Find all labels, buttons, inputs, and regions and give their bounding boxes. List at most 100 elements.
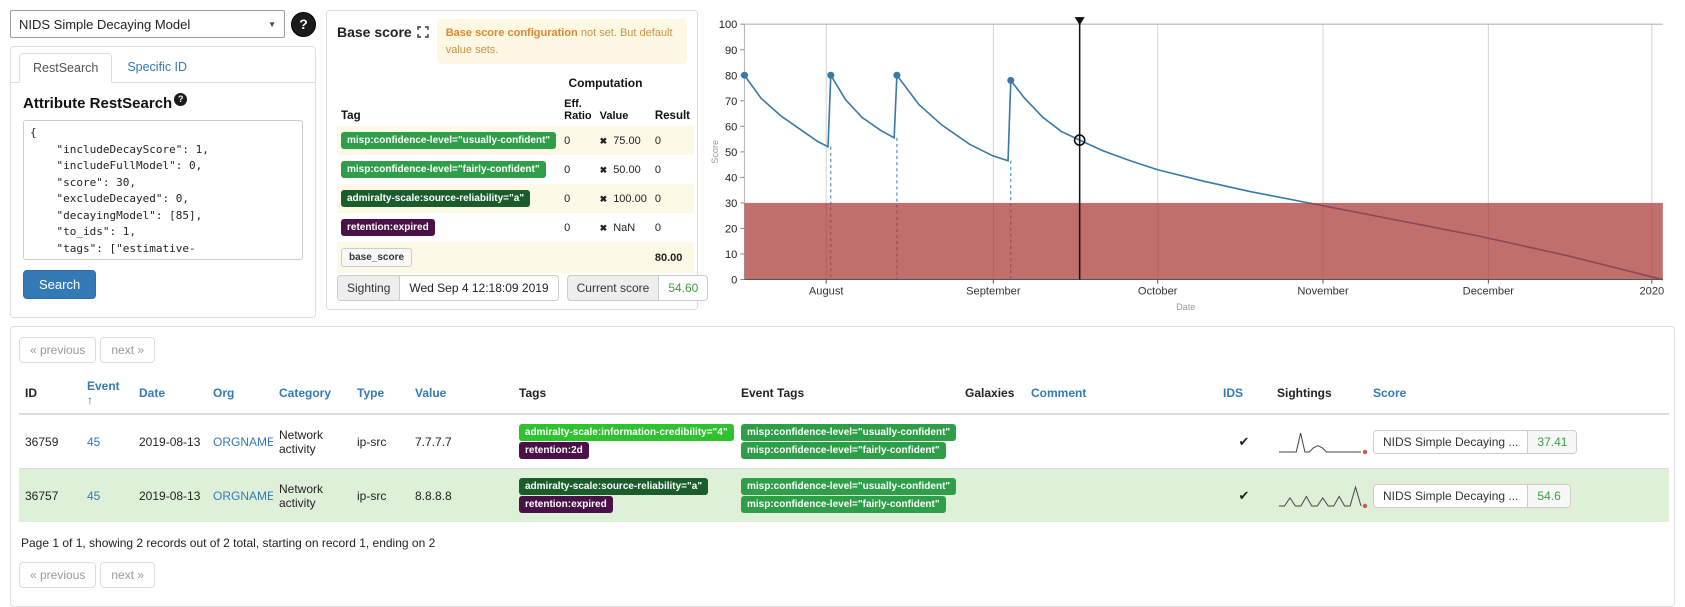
svg-text:90: 90 [725,45,737,57]
question-mark-icon: ? [299,16,308,32]
base-score-row: misp:confidence-level="usually-confident… [337,126,694,155]
decay-chart-panel: AugustSeptemberOctoberNovemberDecember20… [708,10,1675,316]
pagination-top: « previous next » [19,337,1666,363]
cell-value: 7.7.7.7 [409,414,513,469]
base-score-row: admiralty-scale:source-reliability="a" 0… [337,184,694,213]
current-score-label: Current score [567,275,660,301]
expand-icon[interactable] [417,26,429,38]
cell-value: ✖100.00 [596,184,651,213]
table-header-row: ID Event ↑ Date Org Category Type Value … [19,373,1669,414]
sightings-sparkline [1277,482,1367,510]
sighting-group: Sighting Wed Sep 4 12:18:09 2019 [337,275,559,301]
svg-text:August: August [809,286,845,298]
col-header-value: Value [596,94,651,126]
score-box: NIDS Simple Decaying ... 54.6 [1373,484,1571,508]
cell-category: Network activity [273,414,351,469]
cell-value: ✖NaN [596,213,651,242]
cell-galaxies [959,469,1025,523]
tag-badge: retention:2d [519,442,589,459]
svg-text:0: 0 [731,275,737,287]
svg-text:September: September [966,286,1021,298]
col-header-result: Result [651,72,694,126]
cell-event-tags: misp:confidence-level="usually-confident… [735,469,959,523]
col-header-score[interactable]: Score [1367,373,1669,414]
event-link[interactable]: 45 [87,435,100,449]
event-link[interactable]: 45 [87,489,100,503]
cell-date: 2019-08-13 [133,414,207,469]
base-score-panel: Base score Base score configuration not … [326,10,698,310]
svg-text:70: 70 [725,96,737,108]
pagination-summary: Page 1 of 1, showing 2 records out of 2 … [21,536,1664,550]
col-header-sightings: Sightings [1271,373,1367,414]
cell-value: 8.8.8.8 [409,469,513,523]
col-header-value[interactable]: Value [409,373,513,414]
base-score-total-row: base_score 80.00 [337,242,694,273]
previous-page-button[interactable]: « previous [19,562,96,588]
event-tag-badge: misp:confidence-level="usually-confident… [741,478,956,495]
col-header-galaxies: Galaxies [959,373,1025,414]
results-panel: « previous next » ID Event ↑ Date Org Ca… [10,326,1675,607]
col-header-comment[interactable]: Comment [1025,373,1217,414]
col-header-tags: Tags [513,373,735,414]
tab-specific-id[interactable]: Specific ID [114,53,200,82]
next-page-button[interactable]: next » [100,337,155,363]
attribute-row[interactable]: 36759 45 2019-08-13 ORGNAME Network acti… [19,414,1669,469]
svg-text:30: 30 [725,198,737,210]
sightings-sparkline [1277,428,1367,456]
cell-event-tags: misp:confidence-level="usually-confident… [735,414,959,469]
org-link[interactable]: ORGNAME [213,435,273,449]
restsearch-help-icon[interactable]: ? [174,93,187,106]
col-header-date[interactable]: Date [133,373,207,414]
svg-text:20: 20 [725,224,737,236]
cell-type: ip-src [351,469,409,523]
score-value: 54.6 [1527,485,1569,507]
search-button[interactable]: Search [23,270,96,299]
current-score-group: Current score 54.60 [567,275,709,301]
cell-comment [1025,469,1217,523]
decay-score-chart[interactable]: AugustSeptemberOctoberNovemberDecember20… [708,10,1675,316]
svg-text:Date: Date [1176,302,1195,312]
col-header-type[interactable]: Type [351,373,409,414]
pagination-bottom: « previous next » [19,562,1666,588]
sighting-label: Sighting [337,275,400,301]
org-link[interactable]: ORGNAME [213,489,273,503]
next-page-button[interactable]: next » [100,562,155,588]
cell-type: ip-src [351,414,409,469]
previous-page-button[interactable]: « previous [19,337,96,363]
decaying-model-selected-value: NIDS Simple Decaying Model [19,17,190,32]
restsearch-query-input[interactable]: { "includeDecayScore": 1, "includeFullMo… [23,120,303,260]
tab-restsearch[interactable]: RestSearch [19,53,112,83]
score-model-label: NIDS Simple Decaying ... [1374,485,1527,507]
col-header-eff-ratio: Eff. Ratio [560,94,596,126]
sighting-date-value: Wed Sep 4 12:18:09 2019 [400,275,558,301]
model-help-button[interactable]: ? [291,12,316,37]
tag-badge: retention:expired [519,496,613,513]
svg-text:Score: Score [710,140,720,164]
chevron-down-icon: ▼ [268,20,276,29]
svg-text:10: 10 [725,249,737,261]
svg-text:50: 50 [725,147,737,159]
cell-galaxies [959,414,1025,469]
col-header-ids[interactable]: IDS [1217,373,1271,414]
cell-tags: admiralty-scale:source-reliability="a" r… [513,469,735,523]
tag-badge: misp:confidence-level="usually-confident… [341,132,556,149]
restsearch-panel: RestSearch Specific ID Attribute RestSea… [10,46,316,318]
ids-checkmark-icon: ✔ [1217,469,1271,523]
svg-text:40: 40 [725,172,737,184]
col-header-category[interactable]: Category [273,373,351,414]
cell-value: ✖50.00 [596,155,651,184]
cell-category: Network activity [273,469,351,523]
score-value: 37.41 [1527,431,1576,453]
multiply-icon: ✖ [600,223,608,233]
col-header-org[interactable]: Org [207,373,273,414]
decaying-model-select[interactable]: NIDS Simple Decaying Model ▼ [10,10,285,38]
search-tabs: RestSearch Specific ID [11,47,315,83]
col-header-computation: Computation [560,72,651,94]
cell-id: 36757 [19,469,81,523]
attribute-row[interactable]: 36757 45 2019-08-13 ORGNAME Network acti… [19,469,1669,523]
col-header-event-tags: Event Tags [735,373,959,414]
col-header-tag: Tag [337,72,560,126]
cell-base-score-result: 80.00 [651,242,694,273]
col-header-event[interactable]: Event ↑ [81,373,133,414]
svg-text:2020: 2020 [1639,286,1664,298]
